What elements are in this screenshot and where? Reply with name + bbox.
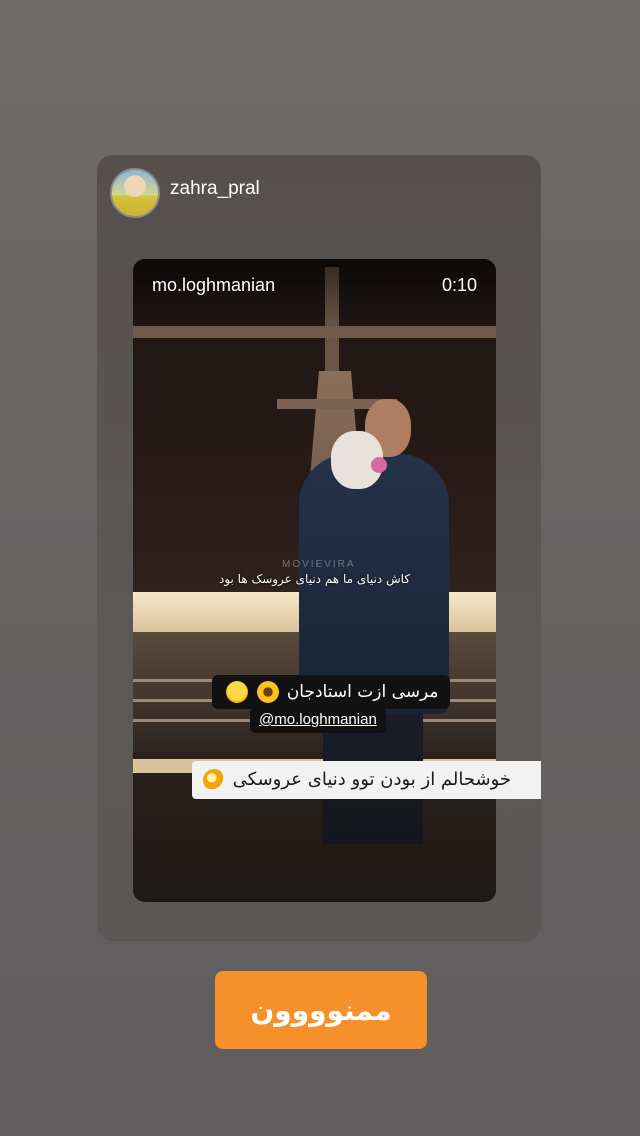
profile-avatar[interactable] <box>110 168 160 218</box>
dizzy-emoji-icon <box>202 769 225 791</box>
video-duration: 0:10 <box>441 275 477 295</box>
hugging-face-emoji-icon <box>226 681 248 703</box>
puppet-mouth <box>371 457 387 473</box>
video-username[interactable]: mo.loghmanian <box>152 275 275 296</box>
video-subtitle: کاش دنیای ما هم دنیای عروسک ها بود <box>218 572 411 586</box>
video-preview[interactable]: mo.loghmanian 0:10 MOVIEVIRA کاش دنیای م… <box>133 259 496 902</box>
video-watermark: MOVIEVIRA <box>282 559 356 570</box>
reply-button[interactable]: ممنوووون <box>215 971 427 1049</box>
mention-sticker[interactable]: @mo.loghmanian <box>250 707 386 733</box>
thanks-sticker: مرسی ازت استادجان <box>212 675 451 709</box>
caption-bar: خوشحالم از بودن توو دنیای عروسکی <box>192 761 541 799</box>
profile-username[interactable]: zahra_pral <box>170 178 260 200</box>
sunflower-emoji-icon <box>257 681 280 703</box>
thanks-text: مرسی ازت استادجان <box>286 682 439 702</box>
caption-text: خوشحالم از بودن توو دنیای عروسکی <box>232 769 511 790</box>
